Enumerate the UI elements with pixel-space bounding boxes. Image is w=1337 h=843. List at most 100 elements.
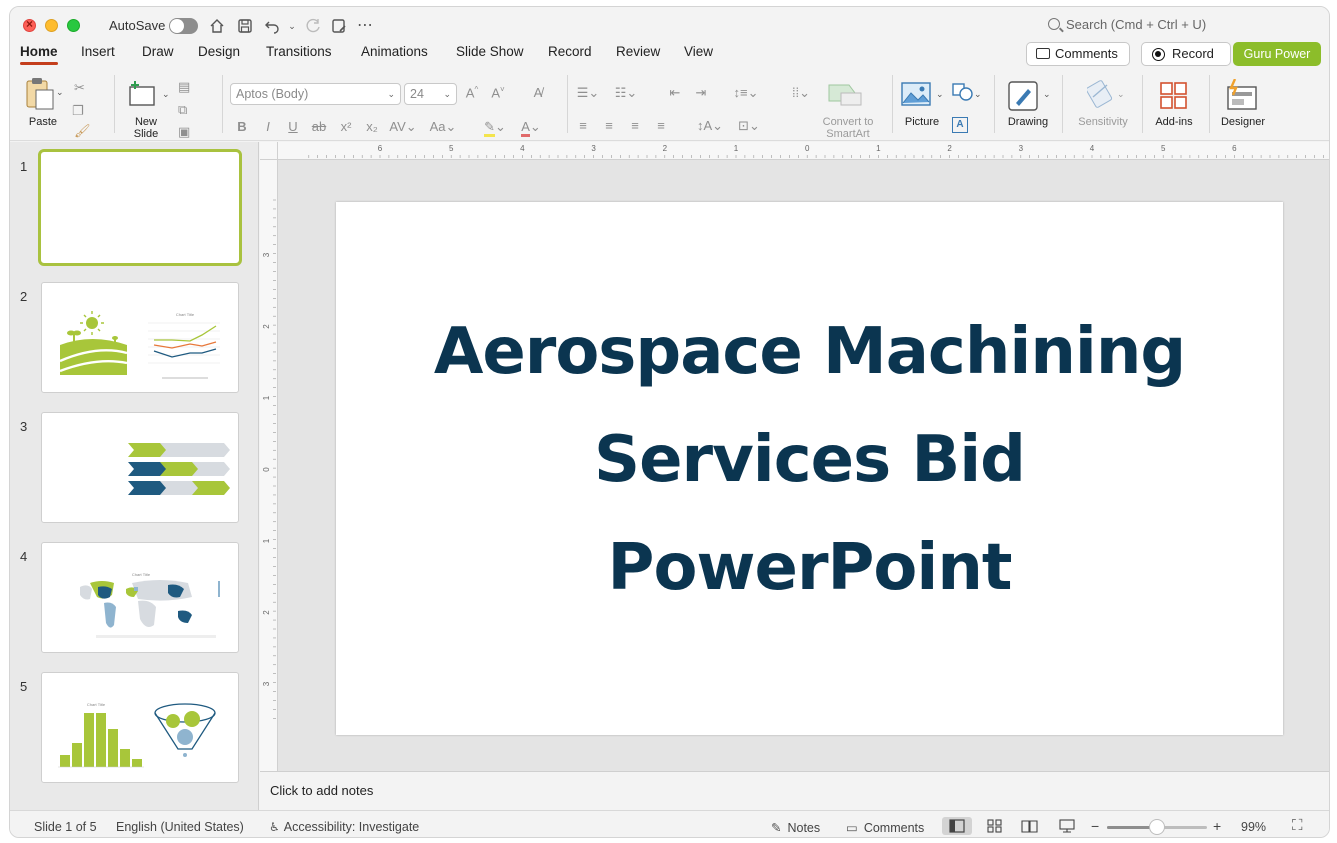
increase-font-icon[interactable]: A^ [462, 85, 482, 100]
notes-icon: ✎ [771, 821, 782, 835]
zoom-in-button[interactable]: + [1213, 818, 1221, 834]
search-box[interactable]: Search (Cmd + Ctrl + U) [1048, 17, 1206, 32]
zoom-level[interactable]: 99% [1241, 820, 1266, 834]
notes-button[interactable]: ✎ Notes [771, 820, 820, 835]
new-slide-dropdown-chevron-icon[interactable]: ⌄ [162, 89, 170, 100]
tab-animations[interactable]: Animations [361, 43, 428, 67]
drawing-icon[interactable] [1008, 81, 1040, 114]
close-window-button[interactable] [23, 17, 36, 32]
undo-icon[interactable] [261, 15, 283, 37]
zoom-out-button[interactable]: − [1091, 818, 1099, 834]
align-right-icon[interactable]: ≡ [625, 118, 645, 133]
horizontal-ruler: 6 5 4 3 2 1 0 1 2 3 4 5 6 [278, 142, 1329, 160]
font-name-select[interactable]: Aptos (Body) ⌄ [230, 83, 401, 105]
guru-power-button[interactable]: Guru Power [1233, 42, 1321, 66]
slide-thumbnail-5[interactable]: Chart Title [41, 672, 239, 783]
slide-show-view-button[interactable] [1052, 817, 1082, 835]
ruler-label: 0 [805, 144, 810, 153]
tab-draw[interactable]: Draw [142, 43, 174, 67]
more-options-icon[interactable]: ⋯ [354, 15, 376, 37]
align-left-icon[interactable]: ≡ [573, 118, 593, 133]
line-spacing-icon[interactable]: ↕≡⌄ [730, 85, 762, 101]
redo-icon [302, 15, 324, 37]
language-status[interactable]: English (United States) [116, 820, 244, 834]
add-ins-icon[interactable] [1159, 81, 1189, 114]
text-box-icon[interactable]: A [952, 117, 968, 133]
decrease-font-icon[interactable]: A˅ [488, 85, 508, 100]
notes-pane[interactable]: Click to add notes [260, 771, 1329, 810]
tab-review[interactable]: Review [616, 43, 660, 67]
paste-dropdown-chevron-icon[interactable]: ⌄ [56, 87, 64, 98]
current-slide[interactable]: Aerospace Machining Services Bid PowerPo… [336, 202, 1283, 735]
minimize-window-button[interactable] [45, 19, 58, 32]
ruler-label: 6 [378, 144, 383, 153]
fit-slide-icon[interactable]: ⛶ [1292, 817, 1303, 834]
shapes-dropdown-chevron-icon[interactable]: ⌄ [974, 89, 982, 100]
zoom-slider-handle[interactable] [1149, 819, 1165, 835]
slide-thumbnail-2[interactable]: Chart Title [41, 282, 239, 393]
numbering-icon[interactable]: ☷⌄ [611, 85, 641, 101]
character-spacing-icon[interactable]: AV⌄ [388, 119, 418, 135]
tab-home[interactable]: Home [20, 43, 58, 67]
save-icon[interactable] [234, 15, 256, 37]
designer-icon[interactable] [1225, 78, 1259, 114]
autosave-toggle[interactable] [169, 18, 198, 34]
slide-thumbnail-3[interactable] [41, 412, 239, 523]
accessibility-icon: ♿ [269, 820, 280, 834]
clear-formatting-icon[interactable]: A̸ [528, 85, 548, 100]
section-icon[interactable]: ▣ [178, 124, 190, 140]
drawing-dropdown-chevron-icon[interactable]: ⌄ [1043, 89, 1051, 100]
format-painter-icon[interactable]: 🖌 [74, 123, 91, 139]
justify-icon[interactable]: ≡ [651, 118, 671, 133]
underline-icon[interactable]: U [283, 119, 303, 134]
tab-view[interactable]: View [684, 43, 713, 67]
paste-icon[interactable] [25, 77, 55, 111]
decrease-indent-icon[interactable]: ⇤ [665, 85, 685, 101]
tab-record[interactable]: Record [548, 43, 592, 67]
accessibility-status[interactable]: ♿ Accessibility: Investigate [269, 820, 419, 834]
italic-icon[interactable]: I [258, 119, 278, 134]
slide-sorter-view-button[interactable] [980, 817, 1010, 835]
strikethrough-icon[interactable]: ab [309, 119, 329, 134]
comments-pane-button[interactable]: ▭ Comments [846, 820, 924, 835]
highlight-icon[interactable]: ✎⌄ [480, 119, 510, 137]
slide-thumbnail-4[interactable]: Chart Title [41, 542, 239, 653]
smartart-icon[interactable] [827, 81, 865, 110]
zoom-window-button[interactable] [67, 19, 80, 32]
new-slide-label: New Slide [133, 116, 159, 140]
new-slide-icon[interactable] [127, 79, 157, 109]
home-icon[interactable] [206, 15, 228, 37]
picture-dropdown-chevron-icon[interactable]: ⌄ [936, 89, 944, 100]
tab-insert[interactable]: Insert [81, 43, 115, 67]
text-direction-icon[interactable]: ↕A⌄ [694, 118, 726, 134]
columns-icon[interactable]: ⁞⁞⌄ [786, 85, 816, 101]
undo-dropdown-chevron-icon[interactable]: ⌄ [281, 15, 303, 37]
save-as-icon[interactable] [328, 15, 350, 37]
superscript-icon[interactable]: x² [336, 119, 356, 134]
tab-slide-show[interactable]: Slide Show [456, 43, 524, 67]
slide-thumbnail-1[interactable] [38, 149, 242, 266]
align-text-icon[interactable]: ⊡⌄ [732, 118, 766, 134]
bold-icon[interactable]: B [232, 119, 252, 134]
picture-icon[interactable] [901, 82, 931, 109]
reading-view-button[interactable] [1015, 817, 1045, 835]
font-color-icon[interactable]: A⌄ [516, 119, 546, 137]
increase-indent-icon[interactable]: ⇥ [691, 85, 711, 101]
record-button-label: Record [1172, 46, 1214, 61]
change-case-icon[interactable]: Aa⌄ [426, 119, 460, 135]
subscript-icon[interactable]: x₂ [362, 119, 382, 134]
bullets-icon[interactable]: ☰⌄ [573, 85, 603, 101]
font-size-select[interactable]: 24 ⌄ [404, 83, 457, 105]
layout-icon[interactable]: ▤ [178, 79, 190, 95]
slide-title[interactable]: Aerospace Machining Services Bid PowerPo… [376, 298, 1243, 622]
sensitivity-icon [1085, 79, 1115, 112]
reset-icon[interactable]: ⧉ [178, 102, 187, 118]
comments-button[interactable]: Comments [1026, 42, 1130, 66]
record-button[interactable]: Record [1141, 42, 1231, 66]
shapes-icon[interactable] [952, 83, 974, 104]
normal-view-button[interactable] [942, 817, 972, 835]
tab-design[interactable]: Design [198, 43, 240, 67]
ruler-label: 0 [262, 467, 271, 472]
tab-transitions[interactable]: Transitions [266, 43, 332, 67]
align-center-icon[interactable]: ≡ [599, 118, 619, 133]
